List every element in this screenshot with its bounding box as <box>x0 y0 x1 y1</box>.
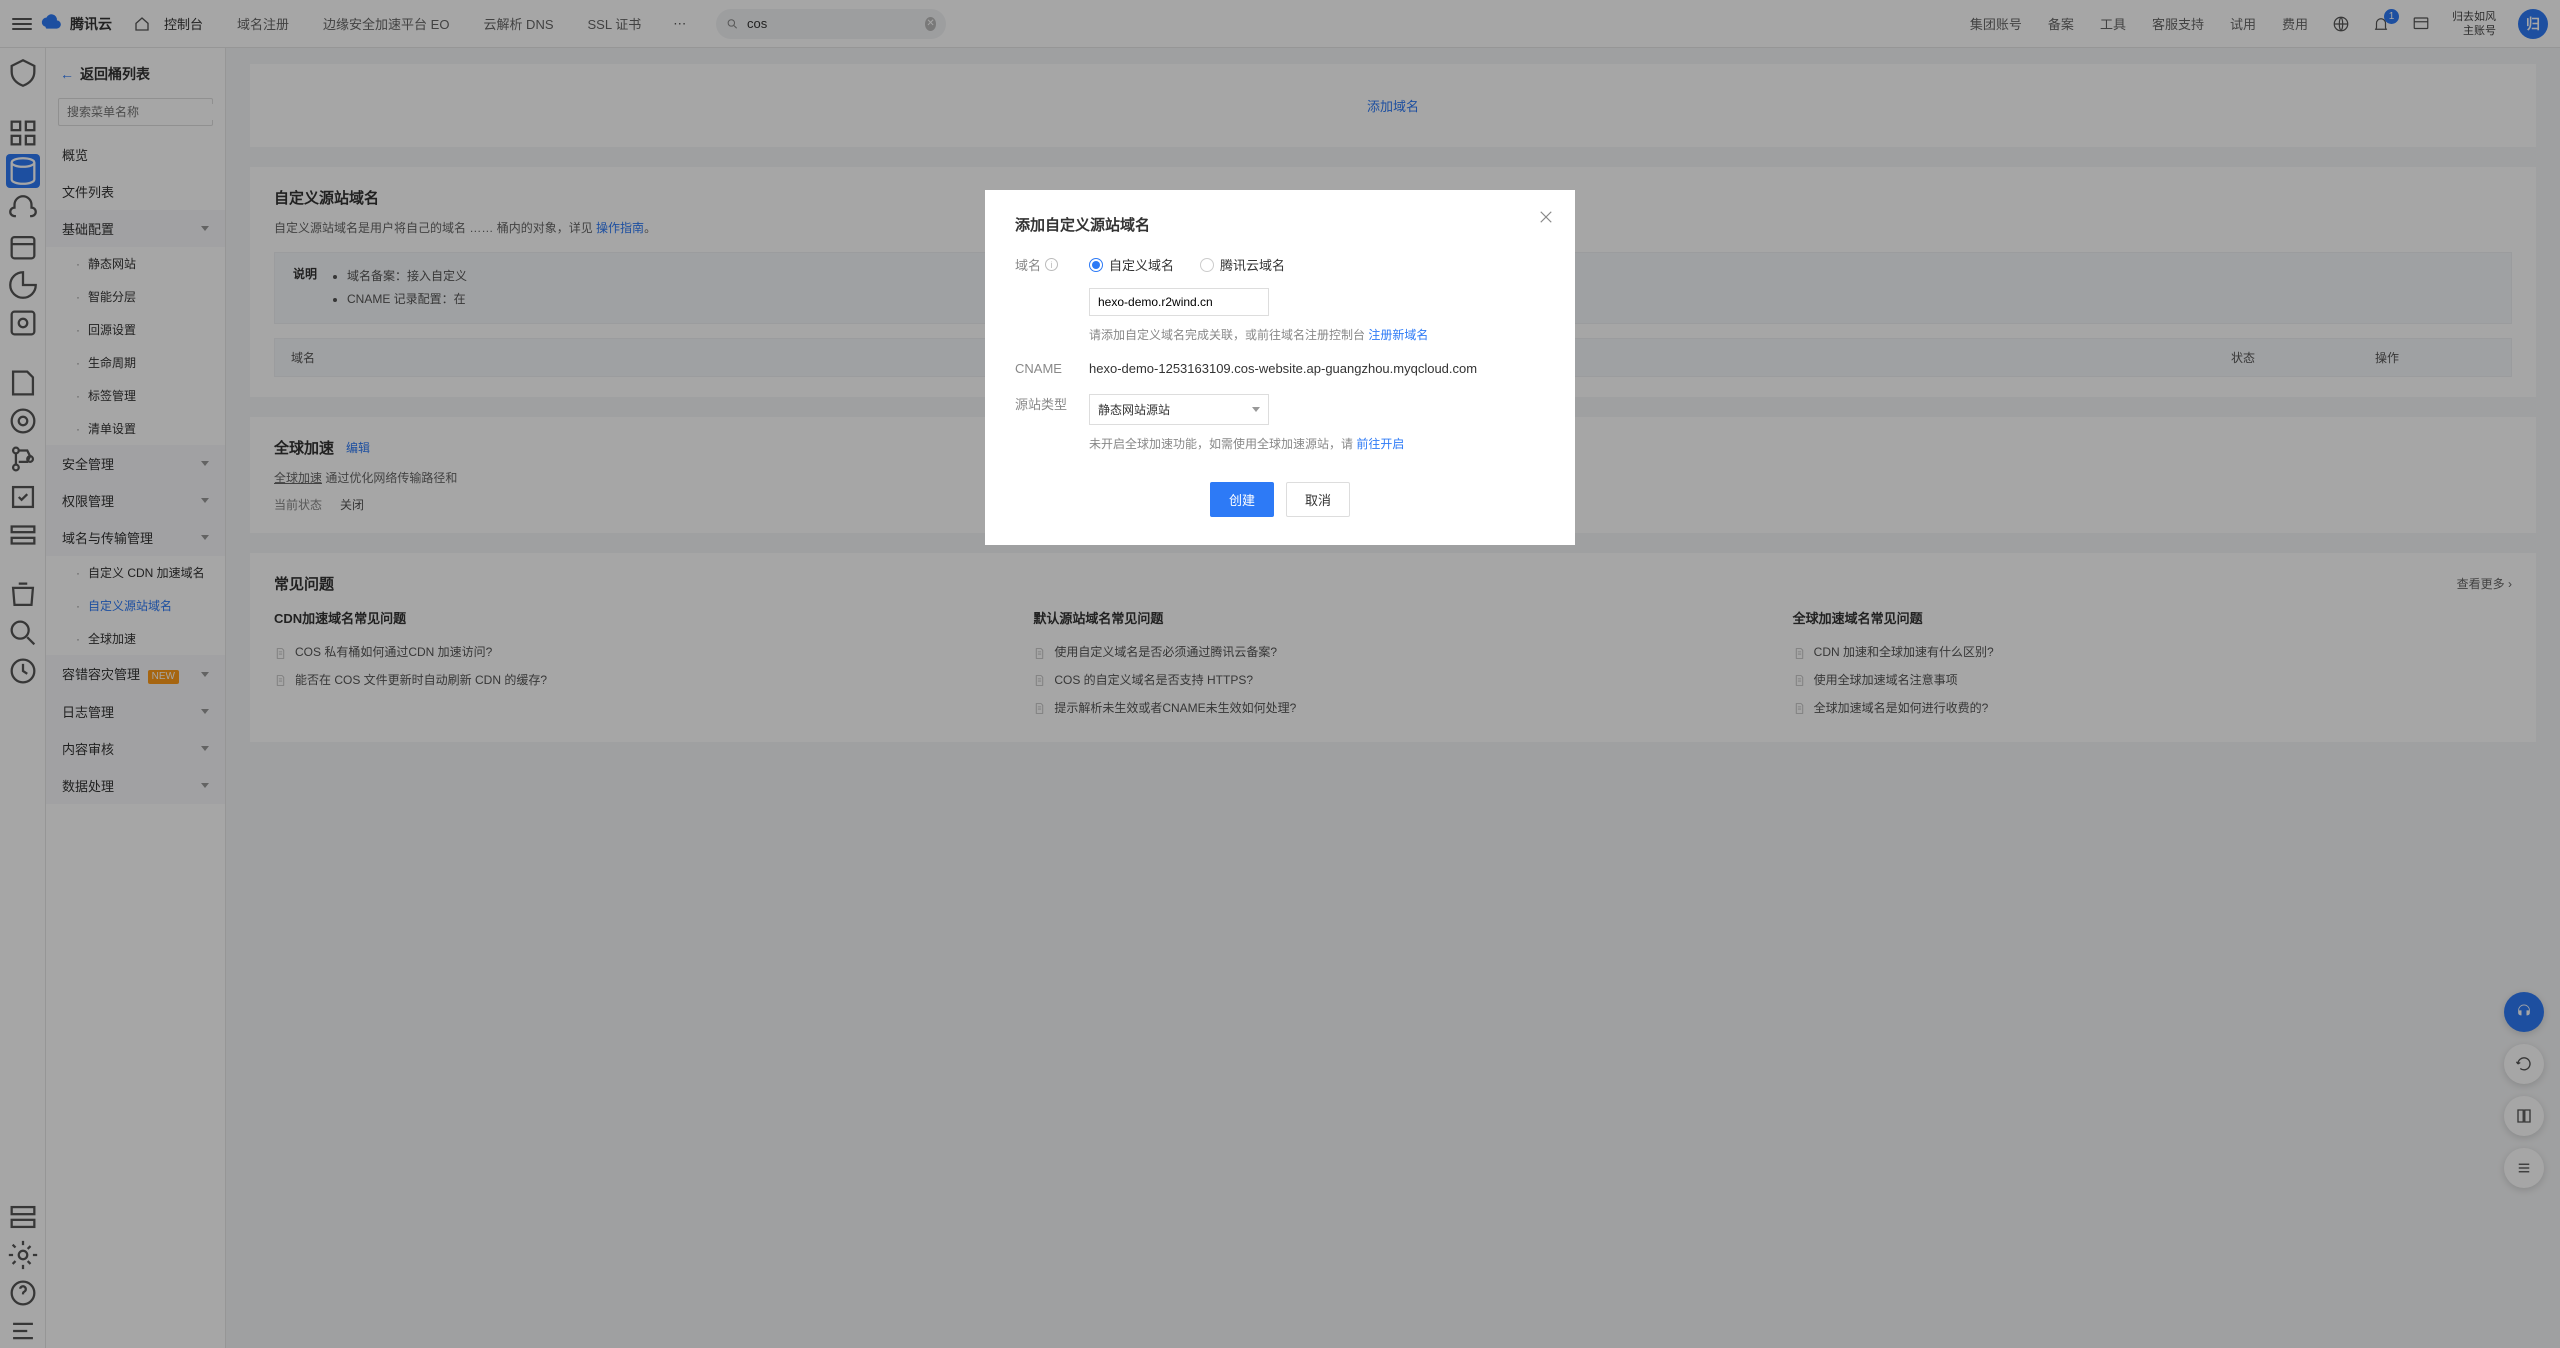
enable-global-link[interactable]: 前往开启 <box>1356 437 1404 451</box>
label-domain: 域名 i <box>1015 255 1089 274</box>
domain-hint: 请添加自定义域名完成关联，或前往域名注册控制台 注册新域名 <box>1089 326 1545 343</box>
add-origin-domain-modal: 添加自定义源站域名 域名 i 自定义域名 腾讯云域名 <box>985 190 1575 545</box>
radio-custom-domain[interactable]: 自定义域名 <box>1089 255 1174 274</box>
modal-overlay[interactable]: 添加自定义源站域名 域名 i 自定义域名 腾讯云域名 <box>0 0 2560 1348</box>
radio-tencent-domain[interactable]: 腾讯云域名 <box>1200 255 1285 274</box>
radio-dot-icon <box>1089 258 1103 272</box>
modal-title: 添加自定义源站域名 <box>1015 214 1545 235</box>
origin-type-hint: 未开启全球加速功能，如需使用全球加速源站，请 前往开启 <box>1089 435 1545 452</box>
domain-input[interactable] <box>1089 288 1269 316</box>
info-icon[interactable]: i <box>1045 258 1058 271</box>
cancel-button[interactable]: 取消 <box>1286 482 1350 517</box>
radio-dot-icon <box>1200 258 1214 272</box>
cname-value: hexo-demo-1253163109.cos-website.ap-guan… <box>1089 361 1545 376</box>
create-button[interactable]: 创建 <box>1210 482 1274 517</box>
close-icon[interactable] <box>1537 208 1555 226</box>
chevron-down-icon <box>1252 407 1260 412</box>
label-cname: CNAME <box>1015 361 1089 376</box>
register-domain-link[interactable]: 注册新域名 <box>1368 328 1428 342</box>
origin-type-select[interactable]: 静态网站源站 <box>1089 394 1269 425</box>
label-origin-type: 源站类型 <box>1015 394 1089 413</box>
